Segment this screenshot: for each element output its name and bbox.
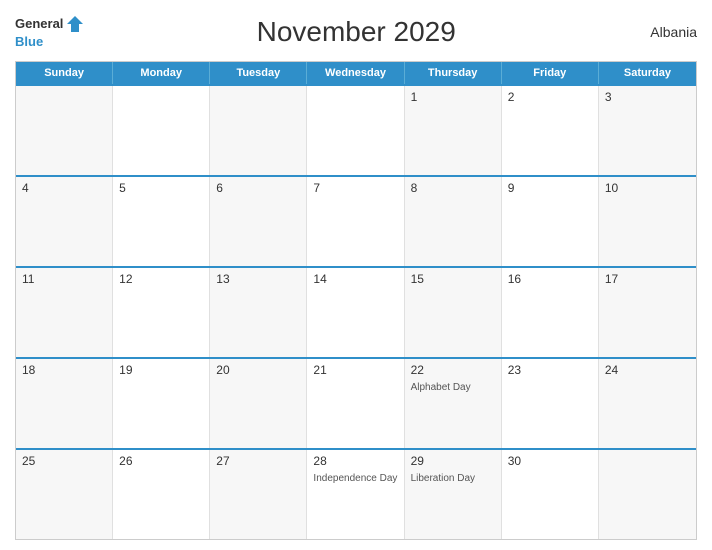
day-number: 20 [216, 363, 300, 377]
day-of-week-header: Friday [502, 62, 599, 84]
day-number: 23 [508, 363, 592, 377]
calendar-day-cell[interactable]: 10 [599, 177, 696, 266]
calendar-day-cell[interactable]: 27 [210, 450, 307, 539]
calendar-day-cell[interactable]: 19 [113, 359, 210, 448]
day-number: 27 [216, 454, 300, 468]
calendar-day-cell[interactable]: 6 [210, 177, 307, 266]
calendar-day-cell[interactable]: 28 Independence Day [307, 450, 404, 539]
calendar-day-cell[interactable] [210, 86, 307, 175]
calendar-day-cell[interactable]: 21 [307, 359, 404, 448]
logo: General Blue [15, 14, 85, 49]
day-of-week-header: Wednesday [307, 62, 404, 84]
day-number: 4 [22, 181, 106, 195]
calendar-week: 25 26 27 28 Independence Day 29 Liberation Day… [16, 448, 696, 539]
day-number: 9 [508, 181, 592, 195]
day-number: 26 [119, 454, 203, 468]
calendar-week: 456789 10 [16, 175, 696, 266]
day-number: 29 [411, 454, 495, 468]
calendar-day-cell[interactable]: 1 [405, 86, 502, 175]
day-of-week-header: Saturday [599, 62, 696, 84]
day-number: 16 [508, 272, 592, 286]
calendar-day-cell[interactable]: 12 [113, 268, 210, 357]
calendar-week: 11 12 13 14 15 16 17 [16, 266, 696, 357]
day-number: 12 [119, 272, 203, 286]
calendar-day-cell[interactable]: 11 [16, 268, 113, 357]
calendar-day-cell[interactable]: 5 [113, 177, 210, 266]
calendar-day-cell[interactable] [16, 86, 113, 175]
day-of-week-header: Thursday [405, 62, 502, 84]
day-number: 3 [605, 90, 690, 104]
calendar-day-cell[interactable]: 20 [210, 359, 307, 448]
day-number: 19 [119, 363, 203, 377]
logo-general-text: General [15, 17, 63, 31]
day-number: 22 [411, 363, 495, 377]
day-number: 21 [313, 363, 397, 377]
country-label: Albania [627, 24, 697, 40]
calendar-day-cell[interactable]: 24 [599, 359, 696, 448]
logo-icon [65, 14, 85, 34]
calendar-page: General Blue November 2029 Albania Sunda… [0, 0, 712, 550]
day-number: 13 [216, 272, 300, 286]
day-of-week-header: Sunday [16, 62, 113, 84]
calendar-day-cell[interactable]: 7 [307, 177, 404, 266]
day-of-week-header: Tuesday [210, 62, 307, 84]
calendar-day-cell[interactable]: 29 Liberation Day [405, 450, 502, 539]
calendar-day-cell[interactable] [599, 450, 696, 539]
calendar: SundayMondayTuesdayWednesdayThursdayFrid… [15, 61, 697, 540]
calendar-body: 12345678910111213141516171819202122Alpha… [16, 84, 696, 539]
calendar-week: 123 [16, 84, 696, 175]
calendar-day-cell[interactable]: 3 [599, 86, 696, 175]
calendar-day-cell[interactable]: 14 [307, 268, 404, 357]
page-header: General Blue November 2029 Albania [15, 10, 697, 53]
calendar-day-cell[interactable]: 8 [405, 177, 502, 266]
logo-blue-text: Blue [15, 34, 43, 49]
day-number: 24 [605, 363, 690, 377]
page-title: November 2029 [85, 16, 627, 48]
day-number: 1 [411, 90, 495, 104]
day-number: 14 [313, 272, 397, 286]
day-number: 25 [22, 454, 106, 468]
calendar-day-cell[interactable]: 4 [16, 177, 113, 266]
calendar-day-cell[interactable]: 9 [502, 177, 599, 266]
day-number: 10 [605, 181, 690, 195]
calendar-day-cell[interactable]: 2 [502, 86, 599, 175]
calendar-day-cell[interactable] [113, 86, 210, 175]
calendar-day-cell[interactable]: 17 [599, 268, 696, 357]
day-number: 8 [411, 181, 495, 195]
day-event: Alphabet Day [411, 381, 495, 394]
day-of-week-header: Monday [113, 62, 210, 84]
calendar-day-cell[interactable]: 13 [210, 268, 307, 357]
day-number: 2 [508, 90, 592, 104]
calendar-day-cell[interactable]: 18 [16, 359, 113, 448]
calendar-day-cell[interactable]: 25 [16, 450, 113, 539]
calendar-header: SundayMondayTuesdayWednesdayThursdayFrid… [16, 62, 696, 84]
day-number: 7 [313, 181, 397, 195]
calendar-day-cell[interactable]: 23 [502, 359, 599, 448]
calendar-day-cell[interactable]: 26 [113, 450, 210, 539]
day-number: 18 [22, 363, 106, 377]
day-number: 15 [411, 272, 495, 286]
calendar-day-cell[interactable]: 16 [502, 268, 599, 357]
calendar-day-cell[interactable]: 30 [502, 450, 599, 539]
calendar-day-cell[interactable]: 15 [405, 268, 502, 357]
day-number: 5 [119, 181, 203, 195]
day-event: Liberation Day [411, 472, 495, 485]
calendar-day-cell[interactable]: 22 Alphabet Day [405, 359, 502, 448]
day-number: 11 [22, 272, 106, 286]
day-event: Independence Day [313, 472, 397, 485]
calendar-day-cell[interactable] [307, 86, 404, 175]
calendar-week: 18 19 20 21 22 Alphabet Day 23 24 [16, 357, 696, 448]
day-number: 17 [605, 272, 690, 286]
day-number: 6 [216, 181, 300, 195]
day-number: 30 [508, 454, 592, 468]
day-number: 28 [313, 454, 397, 468]
